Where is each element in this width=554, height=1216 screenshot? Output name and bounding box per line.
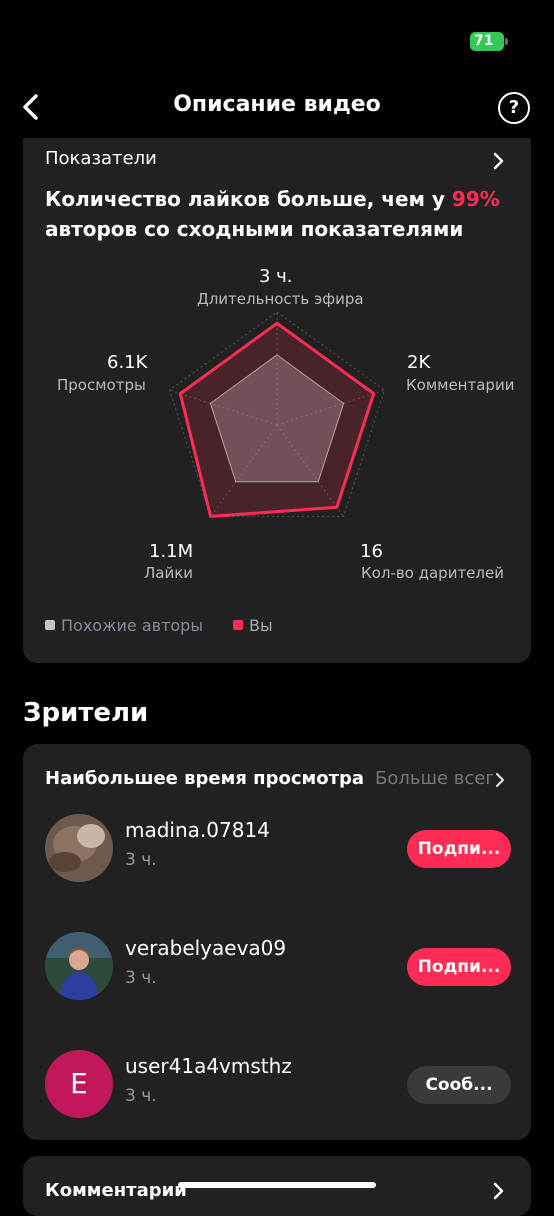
username[interactable]: madina.07814 [125,818,270,842]
username[interactable]: user41a4vmsthz [125,1054,292,1078]
legend-item-you: Вы [233,616,273,635]
radar-label-views: Просмотры [57,376,146,394]
radar-label-comments: Комментарии [406,376,515,394]
radar-label-duration: Длительность эфира [197,290,364,308]
username[interactable]: verabelyaeva09 [125,936,286,960]
watch-time: 3 ч. [125,850,157,870]
radar-value-duration: 3 ч. [259,266,293,287]
nav-bar: Описание видео ? [0,80,554,136]
headline-text: Количество лайков больше, чем у [45,187,452,211]
viewer-row[interactable]: E user41a4vmsthz 3 ч. Сооб... [45,1050,511,1120]
metrics-header: Показатели [45,148,157,169]
radar-value-comments: 2K [407,352,431,373]
radar-value-donors: 16 [360,541,383,562]
legend-item-similar: Похожие авторы [45,616,203,635]
radar-value-likes: 1.1M [149,541,194,562]
metrics-card[interactable]: Показатели Количество лайков больше, чем… [23,138,531,663]
avatar-initial[interactable]: E [45,1050,113,1118]
legend-swatch [45,620,55,630]
chevron-right-icon [493,1182,504,1200]
watch-time: 3 ч. [125,968,157,988]
avatar-image [45,814,113,882]
legend-label: Вы [249,616,273,635]
radar-value-views: 6.1K [107,352,148,373]
viewer-row[interactable]: verabelyaeva09 3 ч. Подпи... [45,932,511,1002]
question-icon: ? [508,97,520,118]
legend-label: Похожие авторы [61,616,203,635]
radar-label-likes: Лайки [144,564,194,582]
top-watch-title: Наибольшее время просмотра [45,768,365,789]
message-button[interactable]: Сооб... [407,1066,511,1104]
viewer-row[interactable]: madina.07814 3 ч. Подпи... [45,814,511,884]
battery-tip [505,38,508,45]
avatar[interactable] [45,814,113,882]
radar-label-donors: Кол-во дарителей [361,564,504,582]
metrics-headline: Количество лайков больше, чем у 99% авто… [45,184,515,244]
more-link[interactable]: Больше всего [375,768,493,789]
status-bar: 71 [0,0,554,80]
viewers-card: Наибольшее время просмотра Больше всего … [23,744,531,1140]
avatar-image [45,932,113,1000]
headline-text-end: авторов со сходными показателями [45,217,464,241]
help-button[interactable]: ? [498,92,530,124]
chevron-right-icon[interactable] [495,772,505,788]
headline-accent: 99% [451,187,500,211]
battery-indicator: 71 [470,32,504,51]
chevron-right-icon [493,152,504,170]
watch-time: 3 ч. [125,1086,157,1106]
avatar[interactable] [45,932,113,1000]
home-indicator [178,1182,376,1188]
comments-title: Комментарии [45,1180,187,1201]
page-title: Описание видео [173,92,381,117]
follow-button[interactable]: Подпи... [407,830,511,868]
legend-swatch [233,620,243,630]
section-title-viewers: Зрители [23,698,149,728]
follow-button[interactable]: Подпи... [407,948,511,986]
